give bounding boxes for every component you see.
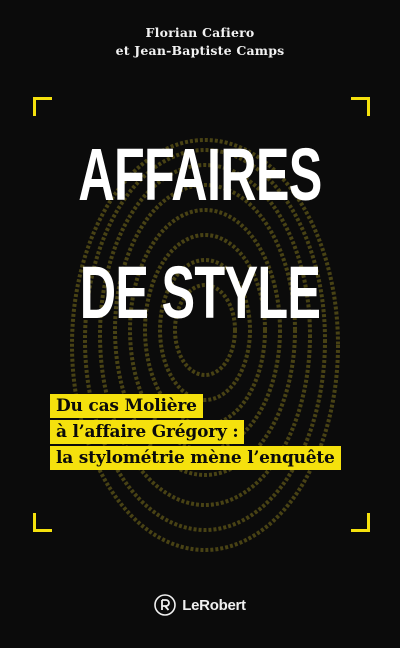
subtitle-line-1: Du cas Molière (50, 394, 203, 418)
subtitle-line-3: la stylométrie mène l’enquête (50, 446, 341, 470)
authors: Florian Cafiero et Jean-Baptiste Camps (0, 24, 400, 60)
corner-bracket-bottom-left (33, 513, 52, 532)
corner-bracket-bottom-right (351, 513, 370, 532)
subtitle-block: Du cas Molière à l’affaire Grégory : la … (50, 394, 341, 472)
publisher-name: LeRobert (182, 596, 246, 614)
corner-bracket-top-left (33, 97, 52, 116)
author-line-2: et Jean-Baptiste Camps (115, 43, 285, 58)
subtitle-line-2: à l’affaire Grégory : (50, 420, 245, 444)
author-line-1: Florian Cafiero (145, 25, 255, 40)
title-line-1: AFFAIRES (78, 133, 322, 216)
book-cover: Florian Cafiero et Jean-Baptiste Camps A… (0, 0, 400, 648)
corner-bracket-top-right (351, 97, 370, 116)
title-line-2: DE STYLE (79, 251, 321, 334)
publisher-logo: LeRobert (0, 594, 400, 616)
publisher-logo-icon (154, 594, 177, 616)
